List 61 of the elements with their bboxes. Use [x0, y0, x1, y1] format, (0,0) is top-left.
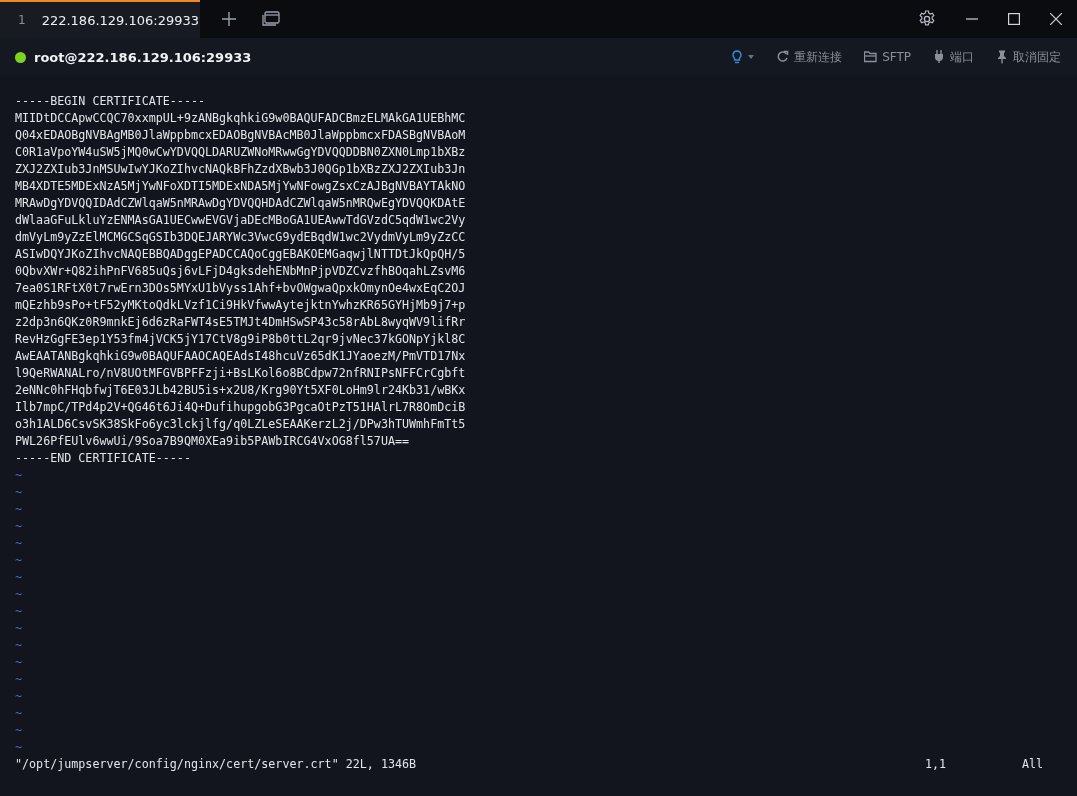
code-line: AwEAATANBgkqhkiG9w0BAQUFAAOCAQEAdsI48hcuVz65dK1JYaoezM/PmVTD17Nx — [15, 348, 467, 365]
code-line: ASIwDQYJKoZIhvcNAQEBBQADggEPADCCAQoCggEBAKOEMGaqwjlNTTDtJkQpQH/5 — [15, 246, 467, 263]
empty-line-marker: ~ — [15, 553, 23, 567]
session-tab[interactable]: 1 222.186.129.106:29933 — [0, 0, 200, 38]
tab-title: 222.186.129.106:29933 — [41, 12, 200, 28]
maximize-icon[interactable] — [1008, 13, 1020, 25]
caret-icon[interactable] — [748, 55, 755, 59]
lightbulb-icon[interactable] — [732, 50, 743, 64]
code-line: 2eNNc0hFHqbfwjT6E03JLb42BU5is+x2U8/Krg90Yt5XF0LoHm9lr24Kb31/wBKx — [15, 382, 467, 399]
code-line: z2dp3n6QKz0R9mnkEj6d6zRaFWT4sE5TMJt4DmHSwSP43c58rAbL8wyqWV9lifRr — [15, 314, 467, 331]
code-line: 0QbvXWr+Q82ihPnFV685uQsj6vLFjD4gksdehENbMnPjpVDZCvzfhBOqahLZsvM6 — [15, 263, 467, 280]
close-icon[interactable] — [1050, 13, 1062, 25]
scroll-indicator: All — [1022, 756, 1045, 773]
pin-icon — [996, 50, 1008, 64]
code-line: o3h1ALD6CsvSK38SkFo6yc3lckjlfg/q0LZLeSEAAKerzL2j/DPw3hTUWmhFmTt5 — [15, 416, 467, 433]
empty-line-marker: ~ — [15, 706, 23, 720]
status-message: "/opt/jumpserver/config/nginx/cert/server.crt" 22L, 1346B — [15, 756, 417, 773]
code-line: l9QeRWANALro/nV8UOtMFGVBPFFzji+BsLKol6o8BCdpw72nfRNIPsNFFCrCgbft — [15, 365, 467, 382]
code-line: ZXJ2ZXIub3JnMSUwIwYJKoZIhvcNAQkBFhZzdXBwb3J0QGp1bXBzZXJ2ZXIub3Jn — [15, 161, 467, 178]
empty-line-marker: ~ — [15, 570, 23, 584]
toolbar-button[interactable]: 重新连接 — [776, 48, 843, 66]
empty-line-marker: ~ — [15, 621, 23, 635]
empty-line-marker: ~ — [15, 536, 23, 550]
window-icon[interactable] — [262, 11, 280, 27]
empty-line-marker: ~ — [15, 519, 23, 533]
toolbar-button[interactable]: 端口 — [933, 48, 974, 66]
tab-number: 1 — [18, 13, 26, 27]
settings-icon[interactable] — [918, 10, 936, 28]
empty-line-marker: ~ — [15, 723, 23, 737]
empty-line-marker: ~ — [15, 638, 23, 652]
empty-line-marker: ~ — [15, 689, 23, 703]
code-line: MB4XDTE5MDExNzA5MjYwNFoXDTI5MDExNDA5MjYwNFowgZsxCzAJBgNVBAYTAkNO — [15, 178, 467, 195]
empty-line-marker: ~ — [15, 672, 23, 686]
code-line: RevHzGgFE3ep1Y53fm4jVCK5jY17CtV8g9iP8b0ttL2qr9jvNec37kGONpYjkl8C — [15, 331, 467, 348]
cursor-position: 1,1 — [925, 756, 948, 773]
code-line: 7ea0S1RFtX0t7rwErn3DOs5MYxU1bVyss1Ahf+bvOWgwaQpxkOmynOe4wxEqC2OJ — [15, 280, 467, 297]
empty-line-marker: ~ — [15, 502, 23, 516]
code-line: Ilb7mpC/TPd4p2V+QG46t6Ji4Q+DufihupgobG3PgcaOtPzT51HAlrL7R8OmDciB — [15, 399, 467, 416]
code-line: MRAwDgYDVQQIDAdCZWlqaW5nMRAwDgYDVQQHDAdCZWlqaW5nMRQwEgYDVQQKDAtE — [15, 195, 467, 212]
code-line: Q04xEDAOBgNVBAgMB0JlaWppbmcxEDAOBgNVBAcMB0JlaWppbmcxFDASBgNVBAoM — [15, 127, 467, 144]
code-line: dWlaaGFuLkluYzENMAsGA1UECwwEVGVjaDEcMBoGA1UEAwwTdGVzdC5qdW1wc2Vy — [15, 212, 467, 229]
toolbar-button[interactable]: SFTP — [864, 50, 911, 64]
folder-icon — [864, 50, 878, 64]
empty-line-marker: ~ — [15, 740, 23, 754]
code-line: -----BEGIN CERTIFICATE----- — [15, 93, 206, 110]
toolbar-button[interactable]: 取消固定 — [996, 48, 1061, 66]
code-line: MIIDtDCCApwCCQC70xxmpUL+9zANBgkqhkiG9w0BAQUFADCBmzELMAkGA1UEBhMC — [15, 110, 467, 127]
empty-line-marker: ~ — [15, 655, 23, 669]
session-host: root@222.186.129.106:29933 — [34, 49, 252, 65]
empty-line-marker: ~ — [15, 604, 23, 618]
code-line: mQEzhb9sPo+tF52yMKtoQdkLVzf1Ci9HkVfwwAytejktnYwhzKR65GYHjMb9j7+p — [15, 297, 467, 314]
empty-line-marker: ~ — [15, 587, 23, 601]
reload-icon — [776, 50, 790, 64]
code-line: dmVyLm9yZzElMCMGCSqGSIb3DQEJARYWc3VwcG9ydEBqdW1wc2VydmVyLm9yZzCC — [15, 229, 467, 246]
code-line: C0R1aVpoYW4uSW5jMQ0wCwYDVQQLDARUZWNoMRwwGgYDVQQDDBN0ZXN0Lmp1bXBz — [15, 144, 467, 161]
new-tab-icon[interactable] — [222, 12, 236, 26]
plug-icon — [933, 50, 945, 64]
empty-line-marker: ~ — [15, 485, 23, 499]
empty-line-marker: ~ — [15, 468, 23, 482]
code-line: -----END CERTIFICATE----- — [15, 450, 192, 467]
code-line: PWL26PfEUlv6wwUi/9Soa7B9QM0XEa9ib5PAWbIRCG4VxOG8fl57UA== — [15, 433, 411, 450]
